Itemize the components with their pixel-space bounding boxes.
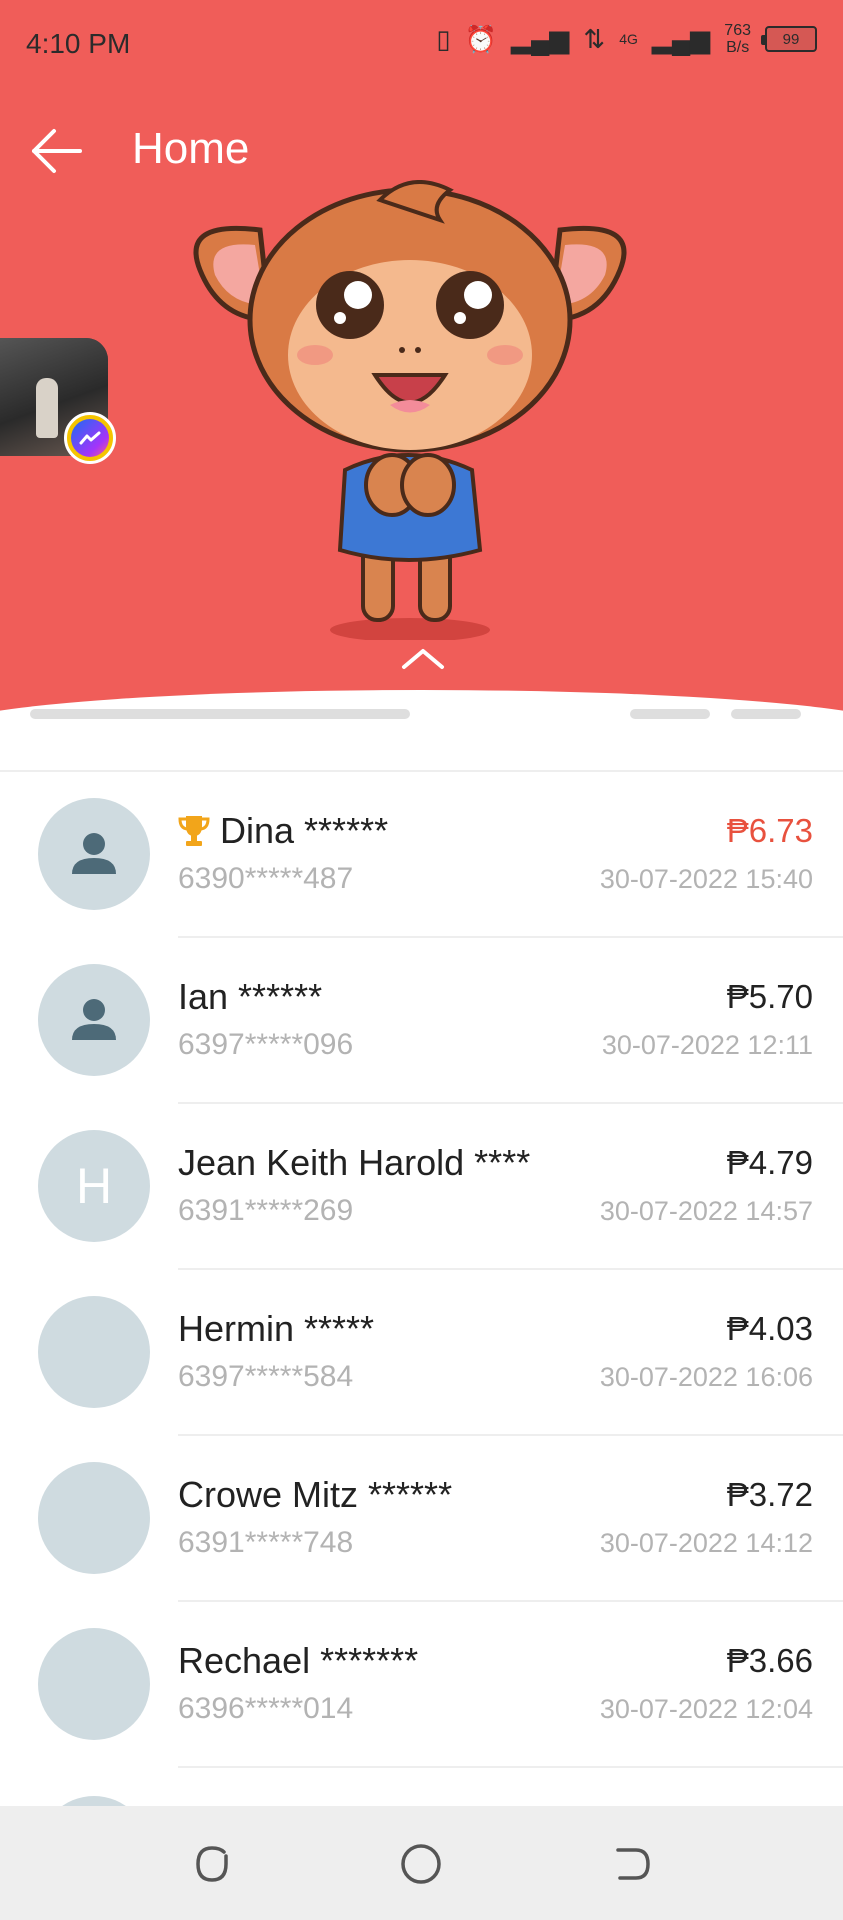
row-divider (178, 1766, 843, 1768)
timestamp: 30-07-2022 16:06 (599, 1362, 813, 1392)
amount: ₱4.03 (726, 1310, 813, 1347)
user-phone: 6397*****096 (178, 1028, 354, 1061)
chevron-up-icon[interactable] (400, 645, 446, 671)
avatar (38, 798, 150, 910)
ranking-list: Dina ****** 6390*****487 ₱6.73 30-07-202… (0, 772, 843, 1768)
clipped-row (30, 708, 820, 728)
user-phone: 6390*****487 (178, 862, 354, 895)
system-nav-bar (0, 1806, 843, 1920)
page-title: Home (132, 124, 250, 173)
name-line: Jean Keith Harold **** (178, 1142, 530, 1184)
user-phone: 6391*****269 (178, 1194, 354, 1227)
avatar-photo (38, 1628, 150, 1740)
list-item[interactable]: Dina ****** 6390*****487 ₱6.73 30-07-202… (0, 772, 843, 938)
timestamp: 30-07-2022 14:57 (599, 1196, 813, 1226)
name-line: Hermin ***** (178, 1308, 374, 1350)
avatar-letter: H (75, 1158, 113, 1214)
name-line: Dina ****** (178, 810, 388, 852)
status-time: 4:10 PM (26, 28, 131, 59)
clipped-text (630, 709, 711, 719)
user-name: Rechael ******* (178, 1640, 419, 1681)
avatar (38, 964, 150, 1076)
name-line: Ian ****** (178, 976, 322, 1018)
amount: ₱3.72 (726, 1476, 813, 1513)
user-name: Ian ****** (178, 976, 323, 1017)
signal-icon-2: ▂▄▆ (651, 24, 711, 54)
messenger-icon[interactable] (64, 412, 116, 464)
user-name: Hermin ***** (178, 1308, 375, 1349)
back-arrow-icon[interactable] (30, 124, 84, 178)
header-banner (0, 0, 843, 720)
list-item[interactable]: Ian ****** 6397*****096 ₱5.70 30-07-2022… (0, 938, 843, 1104)
avatar: H (38, 1130, 150, 1242)
alarm-icon: ⏰ (464, 24, 497, 54)
list-item[interactable]: Crowe Mitz ****** 6391*****748 ₱3.72 30-… (0, 1436, 843, 1602)
list-item[interactable]: Hermin ***** 6397*****584 ₱4.03 30-07-20… (0, 1270, 843, 1436)
list-item[interactable]: H Jean Keith Harold **** 6391*****269 ₱4… (0, 1104, 843, 1270)
back-nav-icon[interactable] (610, 1842, 654, 1886)
monkey-mascot-illustration (193, 180, 627, 640)
person-icon (72, 999, 116, 1040)
avatar-photo (38, 1296, 150, 1408)
recent-apps-icon[interactable] (190, 1842, 234, 1886)
name-line: Crowe Mitz ****** (178, 1474, 452, 1516)
person-icon (72, 833, 116, 874)
status-icons: ▯ ⏰ ▂▄▆ ⇅ 4G ▂▄▆ 763 B/s 99 (436, 22, 817, 56)
timestamp: 30-07-2022 12:11 (601, 1030, 813, 1060)
user-name: Dina ****** (220, 810, 389, 851)
name-line: Rechael ******* (178, 1640, 418, 1682)
amount: ₱5.70 (726, 978, 813, 1015)
battery-icon: 99 (761, 26, 817, 52)
network-speed: 763 B/s (724, 22, 751, 56)
timestamp: 30-07-2022 15:40 (599, 864, 813, 894)
speed-unit: B/s (726, 39, 750, 56)
home-circle-icon[interactable] (399, 1842, 443, 1886)
amount: ₱3.66 (726, 1642, 813, 1679)
signal-icon: ▂▄▆ (510, 24, 570, 54)
timestamp: 30-07-2022 14:12 (599, 1528, 813, 1558)
messenger-logo (71, 419, 109, 457)
user-phone: 6391*****748 (178, 1526, 354, 1559)
user-phone: 6397*****584 (178, 1360, 354, 1393)
timestamp: 30-07-2022 12:04 (599, 1694, 813, 1724)
speed-value: 763 (724, 22, 751, 39)
amount: ₱6.73 (726, 812, 813, 849)
user-phone: 6396*****014 (178, 1692, 354, 1725)
clipped-text (730, 709, 801, 719)
list-item[interactable]: Rechael ******* 6396*****014 ₱3.66 30-07… (0, 1602, 843, 1768)
data-transfer-icon: ⇅ (583, 24, 606, 54)
vibrate-icon: ▯ (436, 24, 451, 54)
clipped-text (30, 709, 410, 719)
user-name: Jean Keith Harold **** (178, 1142, 531, 1183)
trophy-icon (178, 816, 210, 846)
chat-head-figure (36, 378, 58, 438)
user-name: Crowe Mitz ****** (178, 1474, 453, 1515)
status-bar: 4:10 PM ▯ ⏰ ▂▄▆ ⇅ 4G ▂▄▆ 763 B/s 99 (0, 0, 843, 90)
amount: ₱4.79 (726, 1144, 813, 1181)
network-label: 4G (619, 30, 638, 47)
battery-level: 99 (782, 30, 800, 48)
messenger-bolt-icon (79, 431, 101, 445)
network-type: 4G (619, 31, 638, 48)
avatar-photo (38, 1462, 150, 1574)
